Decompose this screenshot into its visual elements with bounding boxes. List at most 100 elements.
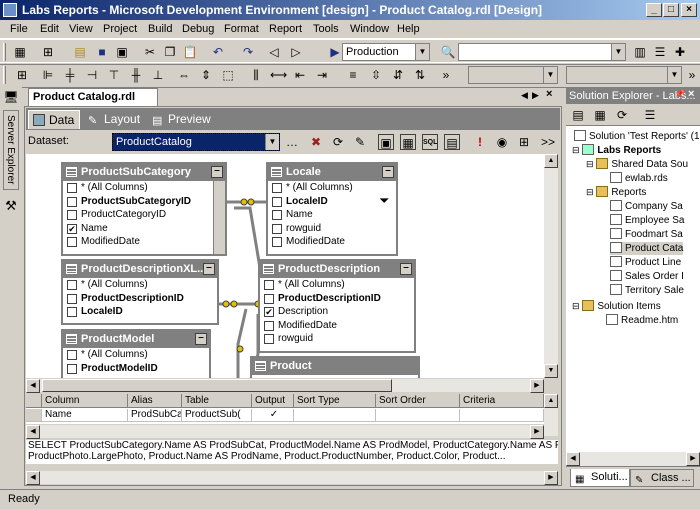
diagram-vscroll[interactable]: ▲ ▼ [544, 154, 558, 378]
grid-cell-sort-type[interactable] [294, 409, 376, 422]
scroll-left-button[interactable]: ◀ [26, 471, 40, 485]
grid-cell-sort-order[interactable] [376, 409, 460, 422]
grid-pane-icon[interactable]: ▦ [400, 134, 416, 150]
grid-cell-table[interactable]: ProductSub( [182, 409, 252, 422]
column-checkbox[interactable] [67, 196, 77, 207]
column-checkbox[interactable] [67, 363, 77, 374]
column-row[interactable]: LocaleID [63, 305, 217, 319]
column-row[interactable]: * (All Columns) [260, 278, 414, 292]
server-explorer-tab[interactable]: Server Explorer [3, 110, 19, 190]
column-row[interactable]: rowguid [268, 222, 396, 236]
tree-project[interactable]: ⊟ Labs Reports [572, 144, 661, 157]
scroll-left-button[interactable]: ◀ [26, 379, 40, 393]
menu-tools[interactable]: Tools [313, 23, 339, 35]
column-checkbox[interactable] [264, 280, 274, 290]
menu-help[interactable]: Help [397, 23, 420, 35]
table-header[interactable]: Locale – [268, 164, 396, 181]
scroll-right-button[interactable]: ▶ [530, 379, 544, 393]
tab-class-view[interactable]: ✎ Class ... [630, 469, 694, 487]
tab-scroll-left-icon[interactable]: ◀ [521, 90, 528, 101]
increase-h-spacing-icon[interactable]: ⟷ [270, 67, 287, 83]
add-table-icon[interactable]: ⊞ [516, 134, 532, 150]
paste-icon[interactable]: 📋 [182, 44, 198, 60]
table-header[interactable]: Product [252, 358, 418, 375]
collapse-icon[interactable]: ⊟ [586, 159, 594, 169]
column-checkbox[interactable] [272, 210, 282, 220]
column-row[interactable]: ModifiedDate [63, 235, 225, 249]
make-same-width-icon[interactable]: ⇔ [176, 67, 192, 83]
scroll-up-button[interactable]: ▲ [544, 394, 558, 408]
maximize-button[interactable]: □ [663, 3, 679, 17]
cut-icon[interactable]: ✂ [142, 44, 158, 60]
tree-report[interactable]: Territory Sale [610, 284, 684, 297]
dropdown-arrow-icon[interactable]: ▼ [265, 134, 279, 150]
column-checkbox-checked[interactable]: ✔ [67, 223, 77, 234]
column-checkbox[interactable] [67, 280, 77, 290]
menu-edit[interactable]: Edit [40, 23, 59, 35]
minimize-table-button[interactable]: – [195, 333, 207, 345]
table-header[interactable]: ProductDescriptionXL... – [63, 261, 217, 278]
solution-hscroll[interactable]: ◀ ▶ [566, 452, 700, 466]
column-checkbox[interactable] [67, 307, 77, 317]
save-all-icon[interactable]: ▣ [114, 44, 130, 60]
tree-report[interactable]: Sales Order I [610, 270, 684, 283]
column-row[interactable]: ProductDescriptionID [260, 292, 414, 306]
copy-icon[interactable]: ❐ [162, 44, 178, 60]
column-row[interactable]: * (All Columns) [63, 278, 217, 292]
column-row[interactable]: * (All Columns) [63, 181, 225, 195]
tab-solution-explorer[interactable]: ▦ Soluti... [570, 469, 630, 487]
column-checkbox[interactable] [264, 320, 274, 331]
toolbar-overflow-icon[interactable]: » [684, 67, 700, 83]
menu-window[interactable]: Window [350, 23, 389, 35]
column-row[interactable]: ProductCategoryID [63, 208, 225, 222]
tree-reports-folder[interactable]: ⊟ Reports [586, 186, 646, 199]
tree-solution[interactable]: Solution 'Test Reports' (1 [574, 130, 700, 143]
tab-preview[interactable]: ▤ Preview [148, 110, 218, 129]
dropdown-arrow-icon[interactable]: ▼ [667, 67, 681, 83]
close-document-icon[interactable]: × [546, 88, 552, 100]
menu-build[interactable]: Build [148, 23, 172, 35]
align-centers-icon[interactable]: ╪ [62, 67, 78, 83]
collapse-icon[interactable]: ⊟ [586, 187, 594, 197]
tree-report[interactable]: Employee Sa [610, 214, 684, 227]
tree-report[interactable]: Company Sa [610, 200, 683, 213]
column-checkbox[interactable] [272, 223, 282, 234]
increase-v-spacing-icon[interactable]: ⇳ [368, 67, 384, 83]
table-scrollbar[interactable] [213, 181, 225, 254]
column-row[interactable]: ModifiedDate [260, 319, 414, 333]
table-header[interactable]: ProductModel – [63, 331, 209, 348]
column-checkbox[interactable] [264, 334, 274, 344]
column-checkbox[interactable] [272, 196, 282, 207]
table-product[interactable]: Product [250, 356, 420, 378]
scroll-thumb[interactable] [42, 379, 392, 392]
remove-v-spacing-icon[interactable]: ⇅ [412, 67, 428, 83]
menu-file[interactable]: File [10, 23, 28, 35]
scroll-up-button[interactable]: ▲ [544, 154, 558, 168]
scroll-left-button[interactable]: ◀ [26, 425, 40, 439]
dropdown-arrow-icon[interactable]: ▼ [415, 44, 429, 60]
grid-cell-alias[interactable]: ProdSubCat [128, 409, 182, 422]
new-project-icon[interactable]: ▦ [12, 44, 28, 60]
minimize-table-button[interactable]: – [203, 263, 215, 275]
make-same-height-icon[interactable]: ⇕ [198, 67, 214, 83]
column-row[interactable]: ✔ Name [63, 222, 225, 236]
add-item-icon[interactable]: ⊞ [40, 44, 56, 60]
column-checkbox[interactable] [67, 293, 77, 304]
scroll-right-button[interactable]: ▶ [686, 452, 700, 466]
menu-view[interactable]: View [69, 23, 93, 35]
make-same-size-icon[interactable]: ⬚ [220, 67, 236, 83]
align-tops-icon[interactable]: ⊤ [106, 67, 122, 83]
column-checkbox[interactable] [272, 237, 282, 247]
delete-dataset-icon[interactable]: ✖ [308, 134, 324, 150]
sql-pane-icon[interactable]: SQL [422, 134, 438, 150]
table-header[interactable]: ProductDescription – [260, 261, 414, 278]
tree-report[interactable]: Product Line [610, 256, 681, 269]
table-productdescription[interactable]: ProductDescription – * (All Columns) Pro… [258, 259, 416, 353]
minimize-table-button[interactable]: – [211, 166, 223, 178]
menu-project[interactable]: Project [103, 23, 137, 35]
dataset-select[interactable]: ProductCatalog ▼ [112, 133, 280, 151]
align-middles-icon[interactable]: ╫ [128, 67, 144, 83]
column-row[interactable]: ModifiedDate [268, 235, 396, 249]
tree-solution-items[interactable]: ⊟ Solution Items [572, 300, 661, 313]
column-row[interactable]: LocaleID ⏷ [268, 195, 396, 209]
